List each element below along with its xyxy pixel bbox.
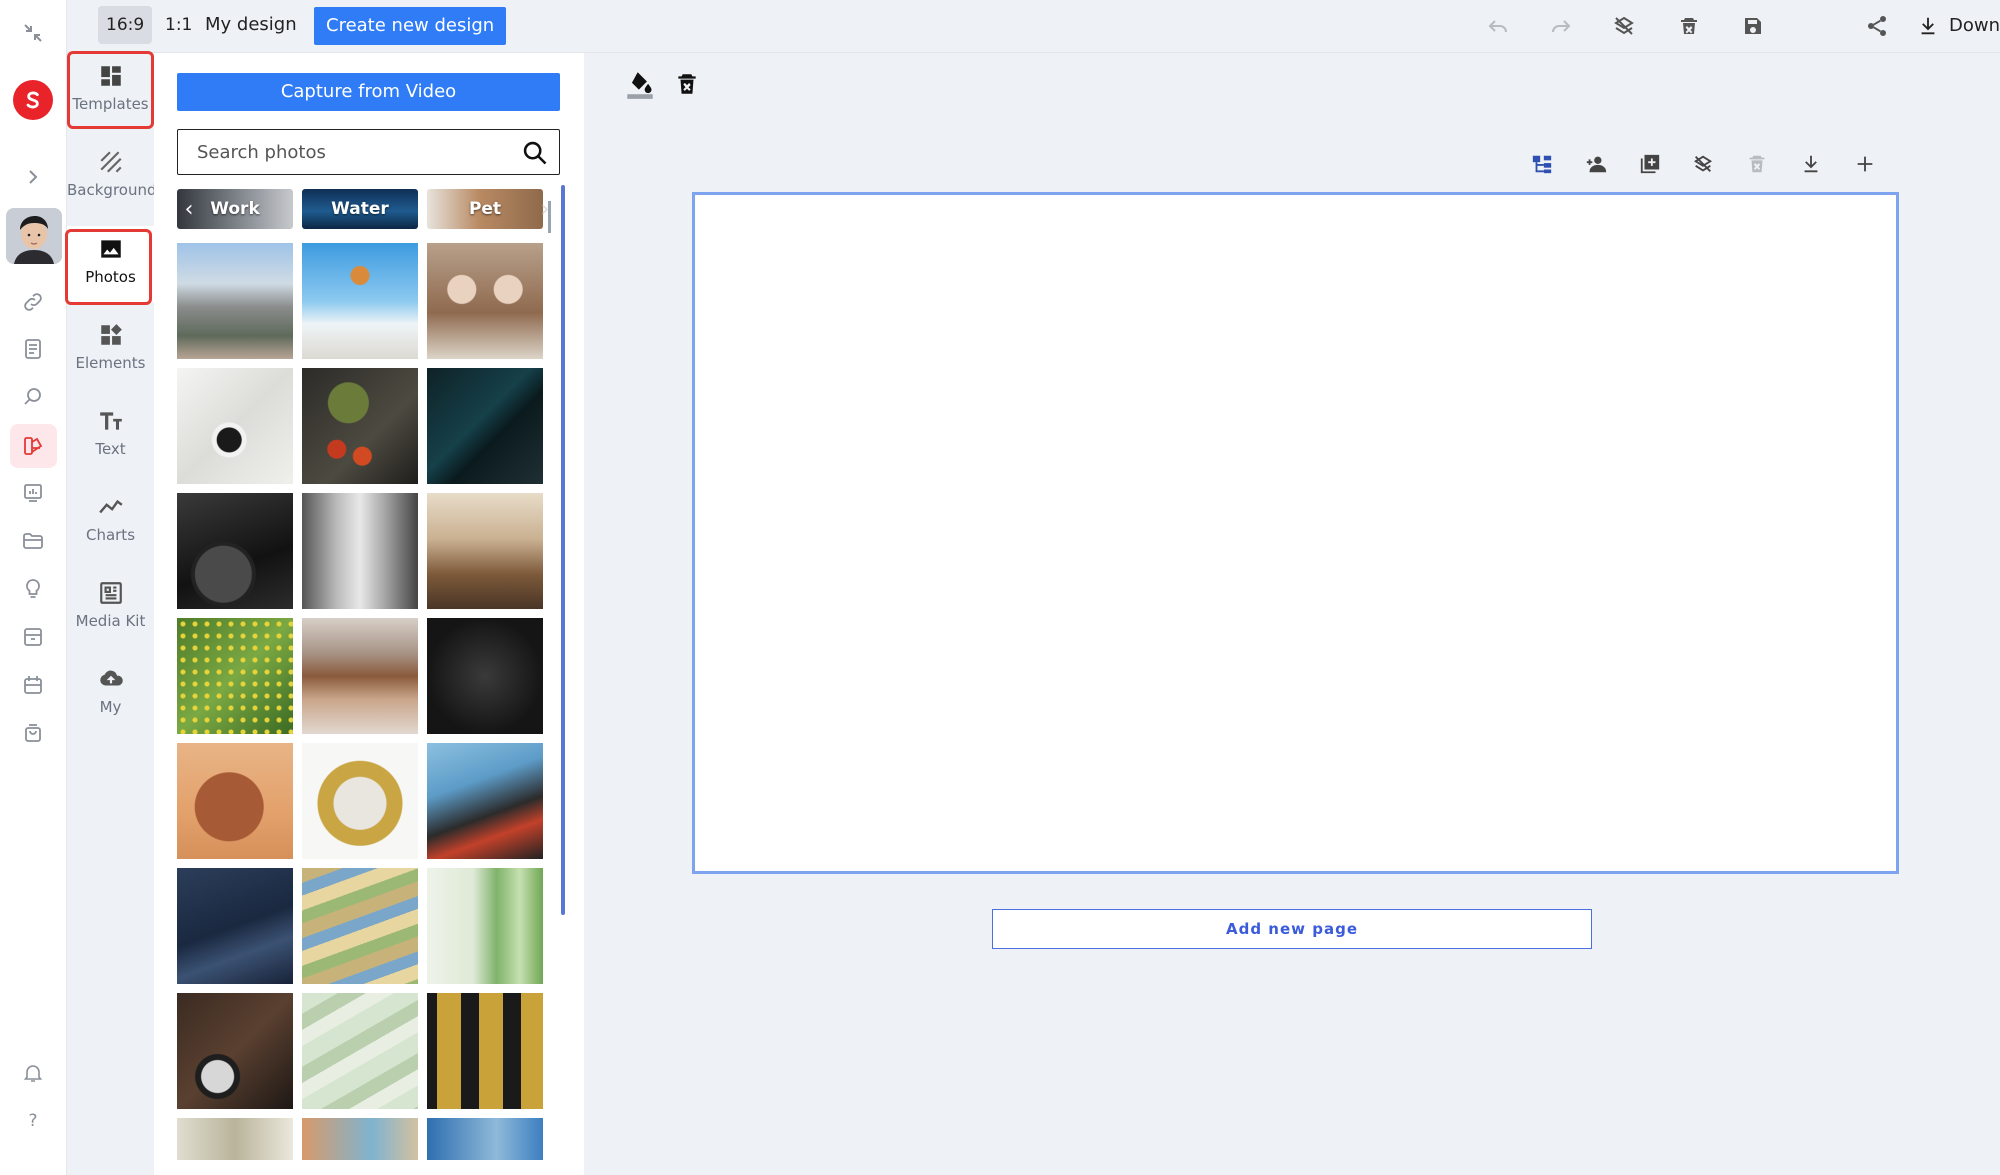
ratio-1-1-button[interactable]: 1:1: [157, 6, 200, 44]
user-avatar[interactable]: [6, 208, 62, 264]
photos-highlight-box: [65, 229, 152, 305]
chip-scroll-indicator: [548, 201, 551, 233]
capture-from-video-button[interactable]: Capture from Video: [177, 73, 560, 111]
photo-thumbnail[interactable]: [177, 1118, 293, 1160]
category-label: My: [99, 698, 122, 716]
photo-thumbnail[interactable]: [427, 993, 543, 1109]
panel-scrollbar[interactable]: [561, 185, 565, 915]
category-label: Media Kit: [75, 612, 146, 630]
photo-thumbnail[interactable]: [302, 243, 418, 359]
add-new-page-button[interactable]: Add new page: [992, 909, 1592, 949]
photo-thumbnail[interactable]: [177, 368, 293, 484]
photo-thumbnail[interactable]: [177, 868, 293, 984]
photo-thumbnail[interactable]: [427, 618, 543, 734]
add-page-icon[interactable]: [1851, 150, 1879, 178]
photo-thumbnail[interactable]: [302, 368, 418, 484]
category-label: Charts: [85, 526, 136, 544]
share-icon[interactable]: [1863, 12, 1891, 40]
photo-thumbnail[interactable]: [177, 493, 293, 609]
photo-thumbnail[interactable]: [177, 243, 293, 359]
archive-icon[interactable]: [18, 622, 48, 652]
download-button[interactable]: Download: [1917, 8, 2000, 44]
idea-bulb-icon[interactable]: [18, 574, 48, 604]
photo-thumbnail[interactable]: [177, 618, 293, 734]
chip-pet[interactable]: Pet: [427, 189, 543, 229]
media-kit-icon: [99, 582, 122, 604]
search-box: [177, 129, 560, 175]
photo-thumbnail[interactable]: [302, 993, 418, 1109]
elements-icon: [100, 324, 122, 345]
redo-icon[interactable]: [1547, 12, 1575, 40]
save-icon[interactable]: [1739, 12, 1767, 40]
category-media-kit[interactable]: Media Kit: [67, 570, 154, 646]
delete-page-disabled-icon[interactable]: [1743, 150, 1771, 178]
download-icon: [1921, 17, 1935, 35]
search-input[interactable]: [179, 131, 509, 173]
calendar-icon[interactable]: [18, 670, 48, 700]
templates-highlight-box: [67, 51, 154, 129]
category-chips: Work Water Pet ‹ ›: [177, 189, 560, 229]
photo-thumbnail[interactable]: [427, 493, 543, 609]
create-new-design-button[interactable]: Create new design: [314, 7, 507, 45]
search-chat-icon[interactable]: [18, 382, 48, 412]
download-page-icon[interactable]: [1797, 150, 1825, 178]
category-label: Background: [67, 181, 154, 199]
photo-thumbnail[interactable]: [427, 368, 543, 484]
top-toolbar: 16:9 1:1 My design Create new design Dow…: [67, 0, 2000, 53]
link-icon[interactable]: [18, 287, 48, 317]
delete-element-icon[interactable]: [674, 70, 700, 98]
ratio-16-9-button[interactable]: 16:9: [98, 6, 153, 44]
fill-color-icon[interactable]: [626, 70, 654, 100]
design-tool-icon[interactable]: [18, 431, 48, 461]
duplicate-page-icon[interactable]: [1636, 150, 1664, 178]
notification-bell-icon[interactable]: [18, 1058, 48, 1088]
photo-thumbnail[interactable]: [427, 243, 543, 359]
undo-icon[interactable]: [1484, 12, 1512, 40]
category-charts[interactable]: Charts: [67, 484, 154, 560]
category-sidebar: Templates Background Photos Elements Tex…: [67, 53, 154, 1175]
presentation-icon[interactable]: [18, 478, 48, 508]
hide-layer-icon[interactable]: [1689, 150, 1717, 178]
shopping-bag-icon[interactable]: [18, 718, 48, 748]
app-rail: ?: [0, 0, 67, 1175]
chart-icon: [98, 499, 123, 514]
background-icon: [99, 151, 122, 173]
help-icon[interactable]: ?: [18, 1106, 48, 1136]
delete-page-icon[interactable]: [1675, 12, 1703, 40]
photo-thumbnail[interactable]: [427, 743, 543, 859]
photo-thumbnail[interactable]: [427, 868, 543, 984]
design-page-canvas[interactable]: [692, 192, 1899, 874]
chevron-right-icon[interactable]: ›: [533, 189, 557, 229]
photos-panel: Capture from Video Work Water Pet ‹ ›: [154, 53, 584, 1175]
folder-icon[interactable]: [18, 526, 48, 556]
photo-thumbnail[interactable]: [177, 993, 293, 1109]
category-my[interactable]: My: [67, 656, 154, 732]
category-label: Elements: [75, 354, 146, 372]
layers-off-icon[interactable]: [1610, 12, 1638, 40]
cloud-upload-icon: [99, 670, 123, 686]
search-icon[interactable]: [521, 139, 549, 167]
category-label: Text: [95, 440, 126, 458]
text-icon: [99, 412, 122, 430]
category-elements[interactable]: Elements: [67, 312, 154, 388]
my-design-button[interactable]: My design: [205, 6, 297, 44]
document-icon[interactable]: [18, 334, 48, 364]
photo-thumbnail[interactable]: [177, 743, 293, 859]
hierarchy-icon[interactable]: [1528, 150, 1556, 178]
expand-chevron-icon[interactable]: [18, 162, 48, 192]
chevron-left-icon[interactable]: ‹: [177, 189, 201, 229]
photo-thumbnail[interactable]: [302, 868, 418, 984]
photo-thumbnail[interactable]: [302, 1118, 418, 1160]
brand-logo[interactable]: [13, 80, 53, 120]
add-person-icon[interactable]: [1582, 150, 1610, 178]
photo-thumbnail[interactable]: [302, 743, 418, 859]
collapse-icon[interactable]: [18, 18, 48, 48]
photo-thumbnail[interactable]: [302, 493, 418, 609]
category-background[interactable]: Background: [67, 139, 154, 215]
download-label: Download: [1949, 15, 2000, 36]
category-text[interactable]: Text: [67, 398, 154, 474]
photo-thumbnail[interactable]: [427, 1118, 543, 1160]
chip-water[interactable]: Water: [302, 189, 418, 229]
photo-thumbnail[interactable]: [302, 618, 418, 734]
